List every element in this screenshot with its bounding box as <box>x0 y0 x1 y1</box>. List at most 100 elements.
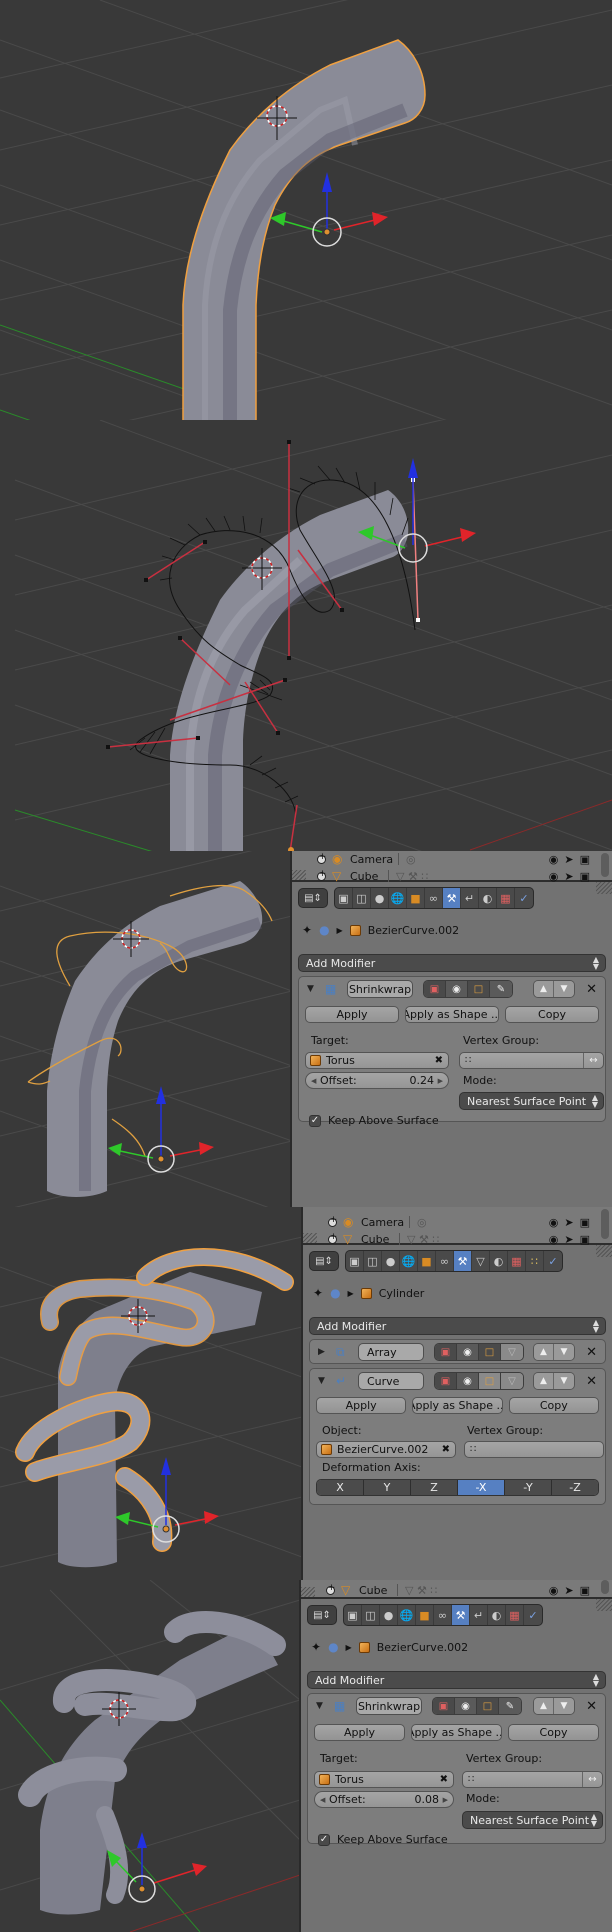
apply-button[interactable]: Apply <box>305 1006 399 1023</box>
tab-constraints[interactable]: ∞ <box>436 1251 454 1271</box>
tab-particles[interactable]: ∷ <box>526 1251 544 1271</box>
tab-data-curve[interactable]: ↵ <box>461 888 479 908</box>
apply-as-shape-button[interactable]: Apply as Shape ... <box>412 1397 503 1414</box>
render-icon[interactable]: ▣ <box>580 1584 590 1597</box>
pin-icon[interactable]: ✦ <box>313 1286 323 1300</box>
target-field[interactable]: Torus ✖ <box>305 1052 449 1069</box>
viewport-toggle-icon[interactable]: ◉ <box>455 1698 477 1714</box>
editmode-toggle-icon[interactable]: □ <box>468 981 490 997</box>
collapse-triangle-icon[interactable]: ▼ <box>318 1376 325 1386</box>
curve-object-field[interactable]: BezierCurve.002 ✖ <box>316 1441 456 1458</box>
cage-toggle-icon[interactable]: ✎ <box>490 981 512 997</box>
vertex-group-field[interactable]: ∷ <box>464 1441 604 1458</box>
viewport-bezier-curve-edit[interactable] <box>0 420 612 851</box>
modifier-name-field[interactable]: Shrinkwrap <box>356 1697 422 1715</box>
tab-material[interactable]: ◐ <box>490 1251 508 1271</box>
eye-icon[interactable]: ◉ <box>549 853 559 866</box>
camera-data-icon[interactable]: ◎ <box>406 853 416 866</box>
apply-button[interactable]: Apply <box>314 1724 405 1741</box>
expand-icon[interactable] <box>328 1215 338 1227</box>
tab-render[interactable]: ▣ <box>344 1605 362 1625</box>
offset-field[interactable]: ◀ Offset: 0.08 ▶ <box>314 1791 454 1808</box>
move-up-icon[interactable]: ▲ <box>534 981 554 997</box>
tab-modifiers[interactable]: ⚒ <box>452 1605 470 1625</box>
move-down-icon[interactable]: ▼ <box>554 981 574 997</box>
move-up-icon[interactable]: ▲ <box>534 1344 554 1360</box>
viewport-toggle-icon[interactable]: ◉ <box>457 1373 479 1389</box>
tab-world[interactable]: 🌐 <box>400 1251 418 1271</box>
keep-above-surface-checkbox[interactable]: ✓ Keep Above Surface <box>309 1114 439 1127</box>
tab-render-layers[interactable]: ◫ <box>362 1605 380 1625</box>
outliner-item-name[interactable]: Camera <box>361 1216 404 1229</box>
render-icon[interactable]: ▣ <box>580 870 590 883</box>
tube-and-wrapped-cylinder[interactable] <box>15 1248 294 1568</box>
mesh-data-icon[interactable]: ▽ ⚒ ∷ <box>407 1233 439 1246</box>
area-split-handle[interactable] <box>596 882 612 894</box>
outliner-row-cube[interactable]: ▽ Cube ▽ ⚒ ∷ ◉ ➤ ▣ <box>301 1581 612 1599</box>
tab-scene[interactable]: ● <box>380 1605 398 1625</box>
copy-button[interactable]: Copy <box>508 1397 599 1414</box>
render-icon[interactable]: ▣ <box>580 1233 590 1246</box>
pin-icon[interactable]: ✦ <box>302 923 312 937</box>
area-split-handle[interactable] <box>596 1245 612 1257</box>
move-down-icon[interactable]: ▼ <box>554 1698 574 1714</box>
remove-modifier-icon[interactable]: ✕ <box>586 1699 597 1714</box>
decrement-icon[interactable]: ◀ <box>311 1077 316 1085</box>
tab-texture[interactable]: ▦ <box>506 1605 524 1625</box>
increment-icon[interactable]: ▶ <box>443 1796 448 1804</box>
area-split-handle[interactable] <box>303 1233 317 1243</box>
render-icon[interactable]: ▣ <box>580 853 590 866</box>
outliner-item-name[interactable]: Cube <box>361 1233 389 1246</box>
tab-constraints[interactable]: ∞ <box>425 888 443 908</box>
expand-icon[interactable] <box>317 852 327 864</box>
tab-object[interactable]: ■ <box>407 888 425 908</box>
outliner-row-camera[interactable]: ◉ Camera ◎ ◉ ➤ ▣ <box>292 851 612 868</box>
outliner-item-name[interactable]: Cube <box>350 870 378 883</box>
remove-modifier-icon[interactable]: ✕ <box>586 982 597 997</box>
apply-button[interactable]: Apply <box>316 1397 407 1414</box>
camera-data-icon[interactable]: ◎ <box>417 1216 427 1229</box>
tab-render[interactable]: ▣ <box>335 888 353 908</box>
outliner-scrollbar[interactable] <box>601 853 609 877</box>
render-toggle-icon[interactable]: ▣ <box>435 1344 457 1360</box>
outliner-scrollbar[interactable] <box>601 1209 609 1239</box>
editor-type-button[interactable]: ▤⇕ <box>307 1605 337 1625</box>
outliner-item-name[interactable]: Camera <box>350 853 393 866</box>
move-up-icon[interactable]: ▲ <box>534 1698 554 1714</box>
add-modifier-dropdown[interactable]: Add Modifier ▲ ▼ <box>307 1671 606 1689</box>
move-down-icon[interactable]: ▼ <box>554 1373 574 1389</box>
tab-modifiers[interactable]: ⚒ <box>443 888 461 908</box>
tab-object[interactable]: ■ <box>418 1251 436 1271</box>
remove-modifier-icon[interactable]: ✕ <box>586 1345 597 1360</box>
cage-toggle-icon[interactable]: ▽ <box>501 1344 523 1360</box>
mesh-data-icon[interactable]: ▽ ⚒ ∷ <box>405 1584 437 1597</box>
clear-icon[interactable]: ✖ <box>442 1444 450 1455</box>
outliner-row-camera[interactable]: ◉ Camera ◎ ◉ ➤ ▣ <box>303 1213 612 1231</box>
render-icon[interactable]: ▣ <box>580 1216 590 1229</box>
axis-neg-x-button[interactable]: -X <box>458 1480 505 1495</box>
tab-render-layers[interactable]: ◫ <box>364 1251 382 1271</box>
tab-physics[interactable]: ✓ <box>515 888 533 908</box>
editor-type-button[interactable]: ▤⇕ <box>298 888 328 908</box>
render-toggle-icon[interactable]: ▣ <box>433 1698 455 1714</box>
offset-field[interactable]: ◀ Offset: 0.24 ▶ <box>305 1072 449 1089</box>
vertex-group-field[interactable]: ∷ ↔ <box>459 1052 604 1069</box>
eye-icon[interactable]: ◉ <box>549 1216 559 1229</box>
collapse-triangle-icon[interactable]: ▼ <box>307 984 314 994</box>
move-down-icon[interactable]: ▼ <box>554 1344 574 1360</box>
mode-dropdown[interactable]: Nearest Surface Point ▲ ▼ <box>462 1811 603 1829</box>
editmode-toggle-icon[interactable]: □ <box>479 1344 501 1360</box>
add-modifier-dropdown[interactable]: Add Modifier ▲ ▼ <box>309 1317 606 1335</box>
expand-icon[interactable] <box>326 1583 336 1595</box>
render-toggle-icon[interactable]: ▣ <box>424 981 446 997</box>
axis-neg-y-button[interactable]: -Y <box>505 1480 552 1495</box>
axis-z-button[interactable]: Z <box>411 1480 458 1495</box>
expand-triangle-icon[interactable]: ▶ <box>318 1347 325 1357</box>
clear-icon[interactable]: ✖ <box>435 1055 443 1066</box>
checkbox-checked-icon[interactable]: ✓ <box>309 1114 321 1127</box>
increment-icon[interactable]: ▶ <box>438 1077 443 1085</box>
collapse-triangle-icon[interactable]: ▼ <box>316 1701 323 1711</box>
viewport-toggle-icon[interactable]: ◉ <box>446 981 468 997</box>
tab-data-curve[interactable]: ↵ <box>470 1605 488 1625</box>
viewport-curve-deformed-cylinder[interactable] <box>0 1207 302 1580</box>
